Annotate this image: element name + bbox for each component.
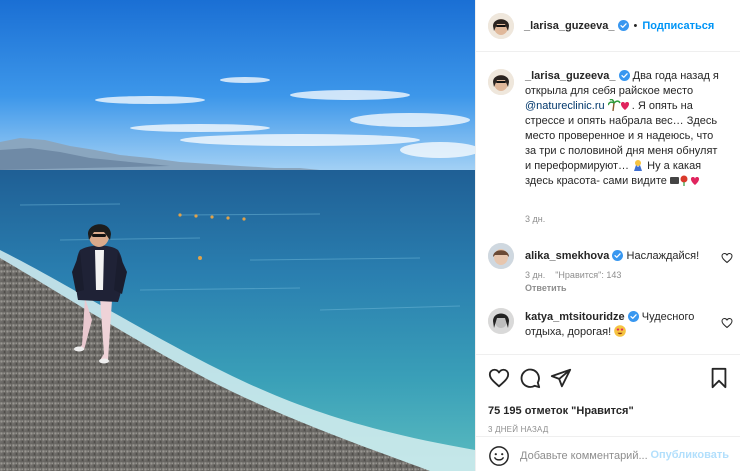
comment-body: Наслаждайся! <box>626 250 700 262</box>
post-header: _larisa_guzeeva_ • Подписаться <box>476 0 740 52</box>
caption-text: _larisa_guzeeva_ Два года назад я открыл… <box>525 69 725 189</box>
verified-badge-icon <box>617 20 629 31</box>
reply-button[interactable]: Ответить <box>525 283 567 293</box>
instagram-post: _larisa_guzeeva_ • Подписаться _larisa_g… <box>0 0 740 471</box>
comment-username[interactable]: alika_smekhova <box>525 250 609 262</box>
smiley-icon[interactable] <box>488 445 510 467</box>
avatar-portrait <box>488 308 514 334</box>
heart-eyes-emoji-icon <box>614 325 627 337</box>
avatar-portrait <box>488 12 514 39</box>
comment-time[interactable]: 3 дн. <box>525 270 545 280</box>
verified-badge-icon <box>618 70 630 81</box>
comment-input[interactable] <box>520 445 670 467</box>
comment-icon[interactable] <box>519 367 541 389</box>
post-panel: _larisa_guzeeva_ • Подписаться _larisa_g… <box>475 0 740 471</box>
comment-item: alika_smekhova Наслаждайся! 3 дн. "Нравит… <box>488 243 733 303</box>
caption: _larisa_guzeeva_ Два года назад я открыл… <box>488 69 733 234</box>
beach-photo <box>0 0 475 471</box>
avatar-portrait <box>488 243 514 269</box>
like-comment-heart-icon[interactable] <box>721 252 733 264</box>
post-date[interactable]: 3 ДНЕЙ НАЗАД <box>488 425 548 434</box>
caption-mention-link[interactable]: @natureclinic.ru <box>525 100 605 112</box>
commenter-avatar[interactable] <box>488 243 514 269</box>
caption-username[interactable]: _larisa_guzeeva_ <box>525 70 616 82</box>
publish-button[interactable]: Опубликовать <box>650 449 729 461</box>
like-comment-heart-icon[interactable] <box>721 317 733 329</box>
comment-username[interactable]: katya_mtsitouridze <box>525 311 625 323</box>
praying-emoji-icon <box>634 160 643 171</box>
header-separator: • <box>633 19 638 32</box>
bookmark-icon[interactable] <box>708 367 730 389</box>
caption-meta: 3 дн. <box>525 214 555 224</box>
author-avatar[interactable] <box>488 12 514 39</box>
verified-badge-icon <box>627 311 639 322</box>
post-photo[interactable] <box>0 0 475 471</box>
comment-text: katya_mtsitouridze Чудесного отдыха, дор… <box>525 310 725 340</box>
author-username[interactable]: _larisa_guzeeva_ <box>524 20 615 32</box>
caption-time[interactable]: 3 дн. <box>525 214 545 224</box>
comments-list[interactable]: _larisa_guzeeva_ Два года назад я открыл… <box>476 53 740 354</box>
comment-text: alika_smekhova Наслаждайся! <box>525 249 725 264</box>
add-comment-bar: Опубликовать <box>476 436 740 471</box>
verified-badge-icon <box>612 250 624 261</box>
follow-button[interactable]: Подписаться <box>642 20 714 32</box>
comment-meta: 3 дн. "Нравится": 143 <box>525 270 631 280</box>
share-icon[interactable] <box>550 367 572 389</box>
comment-item: katya_mtsitouridze Чудесного отдыха, дор… <box>488 308 733 353</box>
author-avatar[interactable] <box>488 69 514 95</box>
heart-icon[interactable] <box>488 367 510 389</box>
flower-hearts-emoji-icon <box>669 175 700 186</box>
palm-heart-emoji-icon <box>607 99 629 111</box>
avatar-portrait <box>488 69 514 95</box>
commenter-avatar[interactable] <box>488 308 514 334</box>
post-actions: 75 195 отметок "Нравится" 3 ДНЕЙ НАЗАД О… <box>476 354 740 471</box>
likes-count[interactable]: 75 195 отметок "Нравится" <box>488 405 634 417</box>
comment-likes[interactable]: "Нравится": 143 <box>555 270 621 280</box>
